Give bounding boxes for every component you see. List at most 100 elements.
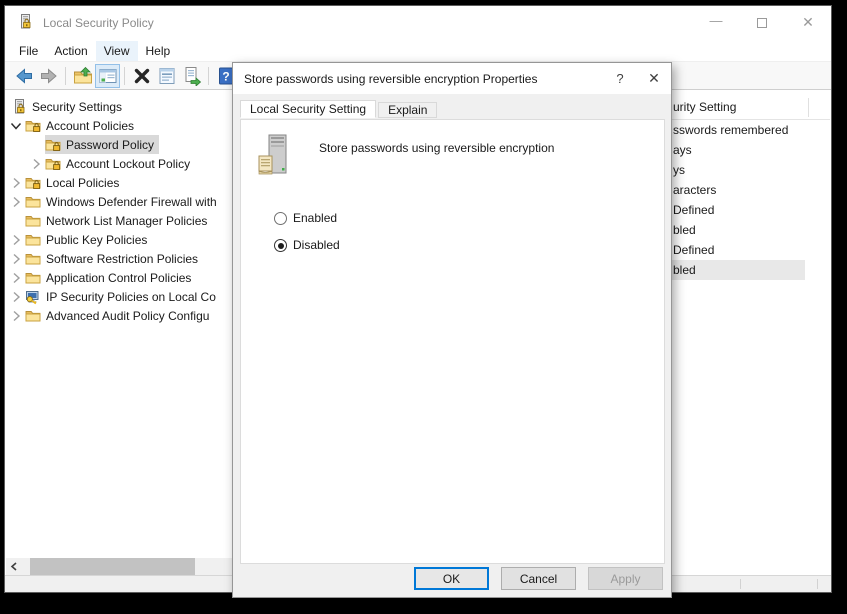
computer-key-icon	[25, 289, 41, 305]
properties-icon	[157, 66, 177, 86]
chevron-right-icon[interactable]	[7, 270, 25, 286]
tab-local-security-setting[interactable]: Local Security Setting	[240, 100, 376, 118]
list-row[interactable]: Defined	[660, 200, 830, 220]
tab-explain[interactable]: Explain	[378, 102, 437, 118]
dialog-tabs: Local Security SettingExplain	[240, 102, 437, 118]
policy-header: Store passwords using reversible encrypt…	[257, 134, 554, 178]
back-arrow-button[interactable]	[11, 64, 36, 88]
tree-item-label: Security Settings	[32, 99, 122, 114]
list-row[interactable]: sswords remembered	[660, 120, 830, 140]
close-button[interactable]: ✕	[785, 6, 831, 39]
dialog-buttons: OKCancelApply	[414, 567, 663, 590]
tree-item-label: Software Restriction Policies	[46, 251, 198, 266]
tree-item-label: Local Policies	[46, 175, 119, 190]
radio-unselected-icon[interactable]	[274, 212, 287, 225]
chevron-down-icon[interactable]	[7, 118, 25, 134]
folder-icon	[25, 251, 41, 267]
minimize-button[interactable]: —	[693, 6, 739, 39]
app-icon-server-lock	[17, 14, 34, 31]
forward-arrow-icon	[39, 66, 59, 86]
folder-up-button[interactable]	[70, 64, 95, 88]
list-cell-security-setting: aracters	[673, 183, 716, 197]
folder-up-icon	[73, 66, 93, 86]
menu-view[interactable]: View	[96, 41, 138, 61]
policy-list-panel: urity Setting sswords remembered ays ys ara…	[660, 96, 830, 280]
chevron-placeholder	[27, 137, 45, 153]
tree-item-label: Public Key Policies	[46, 232, 147, 247]
radio-option-disabled[interactable]: Disabled	[274, 238, 340, 253]
scroll-left-arrow-icon[interactable]	[6, 558, 23, 575]
radio-selected-icon[interactable]	[274, 239, 287, 252]
menu-help[interactable]: Help	[138, 41, 179, 61]
chevron-placeholder	[7, 213, 25, 229]
list-row[interactable]: aracters	[660, 180, 830, 200]
list-row[interactable]: ays	[660, 140, 830, 160]
dialog-title: Store passwords using reversible encrypt…	[244, 72, 537, 86]
close-icon: ✕	[648, 70, 660, 87]
delete-button[interactable]	[129, 64, 154, 88]
policy-name: Store passwords using reversible encrypt…	[319, 141, 554, 178]
forward-arrow-button[interactable]	[36, 64, 61, 88]
tree-item-label: IP Security Policies on Local Co	[46, 289, 216, 304]
list-row-selected[interactable]: bled	[660, 260, 830, 280]
tree-item-content: Security Settings	[11, 97, 127, 116]
ok-button[interactable]: OK	[414, 567, 489, 590]
list-cell-security-setting: sswords remembered	[673, 123, 788, 137]
folder-icon	[25, 232, 41, 248]
menu-file[interactable]: File	[11, 41, 46, 61]
maximize-button[interactable]	[739, 6, 785, 39]
column-header-security-setting[interactable]: urity Setting	[660, 96, 830, 120]
list-row[interactable]: Defined	[660, 240, 830, 260]
back-arrow-icon	[14, 66, 34, 86]
list-cell-security-setting: ys	[673, 163, 685, 177]
folder-lock-icon	[45, 137, 61, 153]
list-cell-security-setting: ays	[673, 143, 692, 157]
chevron-right-icon[interactable]	[7, 194, 25, 210]
dialog-help-button[interactable]: ?	[603, 63, 637, 94]
chevron-right-icon[interactable]	[7, 251, 25, 267]
radio-label: Enabled	[293, 211, 337, 226]
tree-item-label: Password Policy	[66, 137, 154, 152]
chevron-right-icon[interactable]	[7, 289, 25, 305]
tree-item-label: Application Control Policies	[46, 270, 191, 285]
tree-item-content: Network List Manager Policies	[25, 211, 212, 230]
tree-item-content: Software Restriction Policies	[25, 249, 203, 268]
chevron-right-icon[interactable]	[7, 175, 25, 191]
tree-item-content: Local Policies	[25, 173, 124, 192]
folder-icon	[25, 308, 41, 324]
tree-item-label: Advanced Audit Policy Configu	[46, 308, 209, 323]
cancel-button[interactable]: Cancel	[501, 567, 576, 590]
tree-item-content: Advanced Audit Policy Configu	[25, 306, 214, 325]
toolbar-separator	[124, 67, 125, 85]
console-tree-icon	[98, 66, 118, 86]
export-list-button[interactable]	[179, 64, 204, 88]
list-row[interactable]: ys	[660, 160, 830, 180]
chevron-right-icon[interactable]	[27, 156, 45, 172]
export-list-icon	[182, 66, 202, 86]
radio-option-enabled[interactable]: Enabled	[274, 211, 337, 226]
help-question-icon: ?	[616, 71, 623, 86]
list-row[interactable]: bled	[660, 220, 830, 240]
list-cell-security-setting: Defined	[673, 243, 714, 257]
list-cell-security-setting: bled	[673, 223, 696, 237]
scrollbar-thumb[interactable]	[30, 558, 195, 575]
tree-item-content: Account Lockout Policy	[45, 154, 195, 173]
list-cell-security-setting: bled	[673, 263, 696, 277]
tree-item-content: IP Security Policies on Local Co	[25, 287, 221, 306]
properties-button[interactable]	[154, 64, 179, 88]
chevron-right-icon[interactable]	[7, 308, 25, 324]
toolbar-separator	[208, 67, 209, 85]
console-tree-button[interactable]	[95, 64, 120, 88]
chevron-right-icon[interactable]	[7, 232, 25, 248]
caption-buttons: — ✕	[693, 6, 831, 39]
folder-lock-icon	[25, 175, 41, 191]
dialog-close-button[interactable]: ✕	[637, 63, 671, 94]
maximize-icon	[757, 18, 767, 28]
column-divider[interactable]	[808, 98, 809, 117]
tree-selection: Password Policy	[45, 135, 159, 154]
menu-action[interactable]: Action	[46, 41, 95, 61]
local-security-setting-tab-page: Store passwords using reversible encrypt…	[240, 119, 665, 564]
tree-item-content: Windows Defender Firewall with	[25, 192, 222, 211]
policy-properties-dialog: Store passwords using reversible encrypt…	[232, 62, 672, 598]
server-document-icon	[257, 134, 293, 178]
